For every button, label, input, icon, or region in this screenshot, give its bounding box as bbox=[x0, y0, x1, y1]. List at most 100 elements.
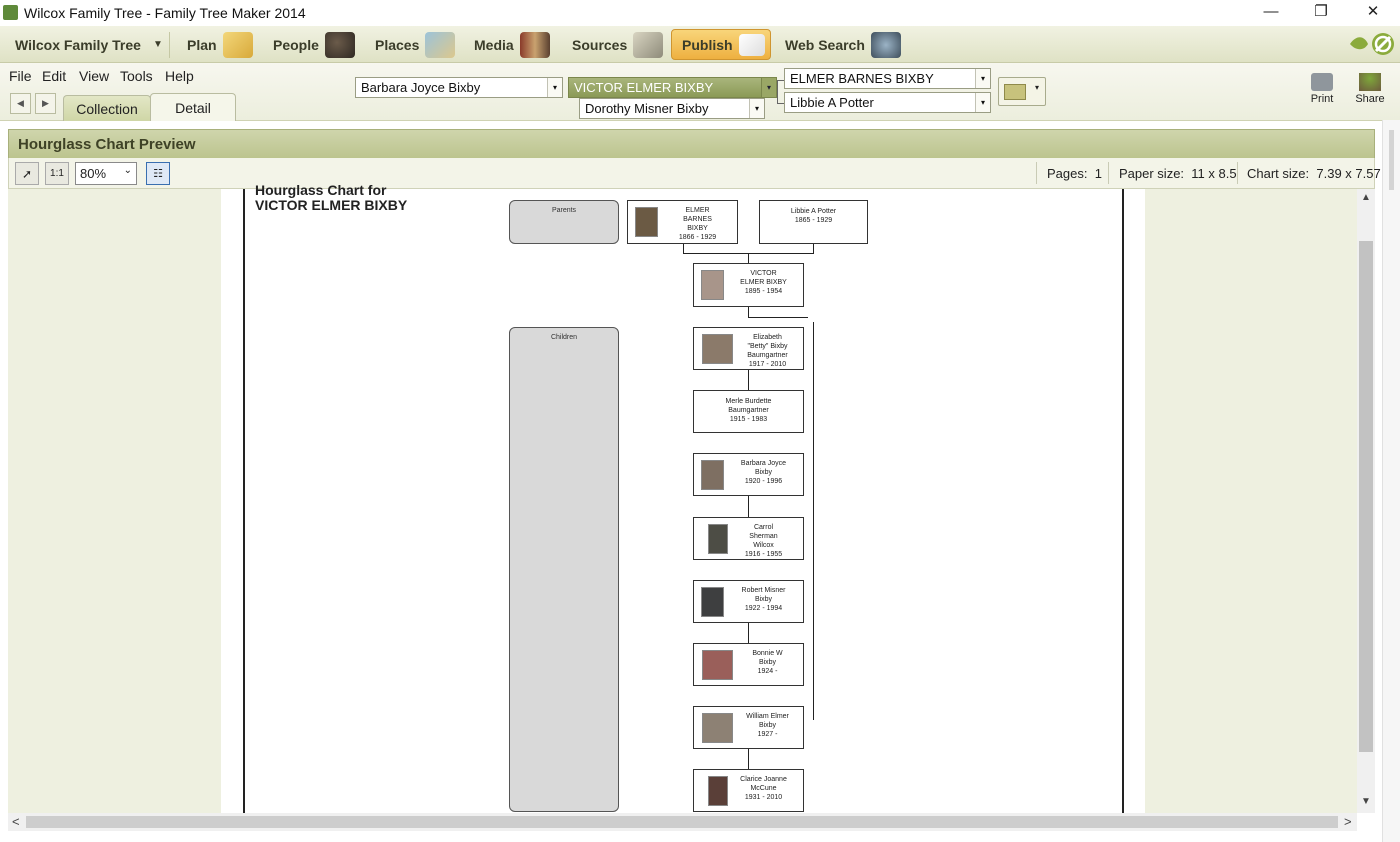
mother-selector[interactable]: Libbie A Potter ▾ bbox=[784, 92, 991, 113]
people-icon bbox=[324, 31, 355, 58]
name-line: Carrol bbox=[753, 524, 774, 531]
chart-heading: Hourglass Chart for VICTOR ELMER BIXBY bbox=[255, 183, 407, 213]
person-box-child[interactable]: Elizabeth "Betty" Bixby Baumgartner 1917… bbox=[693, 327, 804, 370]
back-button[interactable]: ◀ bbox=[10, 93, 31, 114]
person-box-child[interactable]: Bonnie W Bixby 1924 - bbox=[693, 643, 804, 686]
dates: 1917 - 2010 bbox=[748, 361, 787, 368]
tab-collection-label: Collection bbox=[76, 100, 138, 117]
nav-plan[interactable]: Plan bbox=[187, 26, 253, 63]
person-box-mother[interactable]: Libbie A Potter 1865 - 1929 bbox=[759, 200, 868, 244]
publish-icon bbox=[738, 33, 765, 56]
nav-publish-label: Publish bbox=[682, 36, 733, 53]
person-box-child[interactable]: Merle Burdette Baumgartner 1915 - 1983 bbox=[693, 390, 804, 433]
tab-detail[interactable]: Detail bbox=[150, 93, 236, 121]
person-box-child[interactable]: Robert Misner Bixby 1922 - 1994 bbox=[693, 580, 804, 623]
spouse-name: Dorothy Misner Bixby bbox=[585, 101, 709, 116]
scroll-right-icon[interactable]: > bbox=[1344, 814, 1352, 829]
person-box-child[interactable]: Clarice Joanne McCune 1931 - 2010 bbox=[693, 769, 804, 812]
scroll-up-icon[interactable]: ▲ bbox=[1361, 192, 1371, 203]
chevron-down-icon: ⌄ bbox=[123, 165, 132, 176]
menu-edit[interactable]: Edit bbox=[42, 68, 66, 84]
maximize-button[interactable]: ❐ bbox=[1298, 0, 1344, 26]
dates: 1916 - 1955 bbox=[744, 551, 783, 558]
nav-sources[interactable]: Sources bbox=[572, 26, 664, 63]
person-box-father[interactable]: ELMER BARNES BIXBY 1866 - 1929 bbox=[627, 200, 738, 244]
person-text: Bonnie W Bixby 1924 - bbox=[735, 649, 800, 676]
name-line: Barbara Joyce bbox=[740, 460, 787, 467]
actual-size-button[interactable]: 1:1 bbox=[45, 162, 69, 185]
person-box-child[interactable]: Carrol Sherman Wilcox 1916 - 1955 bbox=[693, 517, 804, 560]
name-line: Baumgartner bbox=[747, 352, 788, 359]
person-box-focus[interactable]: VICTOR ELMER BIXBY 1895 - 1954 bbox=[693, 263, 804, 307]
menu-file[interactable]: File bbox=[9, 68, 32, 84]
father-selector[interactable]: ELMER BARNES BIXBY ▾ bbox=[784, 68, 991, 89]
scroll-down-icon[interactable]: ▼ bbox=[1361, 796, 1371, 807]
family-view-menu-button[interactable]: ▾ bbox=[998, 77, 1046, 106]
chart-heading-line-2: VICTOR ELMER BIXBY bbox=[255, 197, 408, 213]
name-line: William Elmer bbox=[746, 713, 789, 720]
person-photo bbox=[702, 334, 733, 364]
dates: 1920 - 1996 bbox=[744, 478, 783, 485]
paper-size-info: Paper size: 11 x 8.5 bbox=[1119, 166, 1237, 181]
person-photo bbox=[708, 776, 728, 806]
ancestry-leaf-icon[interactable] bbox=[1346, 31, 1394, 57]
connector-line bbox=[748, 307, 749, 317]
name-line: Robert Misner bbox=[741, 587, 786, 594]
focus-person-selector[interactable]: VICTOR ELMER BIXBY ▾ bbox=[568, 77, 777, 98]
workspace-nav-bar: Wilcox Family Tree ▼ Plan People Places … bbox=[0, 26, 1400, 63]
person-box-child[interactable]: Barbara Joyce Bixby 1920 - 1996 bbox=[693, 453, 804, 496]
person-box-child[interactable]: William Elmer Bixby 1927 - bbox=[693, 706, 804, 749]
chart-size-value: 7.39 x 7.57 bbox=[1316, 166, 1381, 181]
paper-size-value: 11 x 8.5 bbox=[1191, 166, 1237, 181]
print-button[interactable]: Print bbox=[1306, 71, 1338, 111]
nav-publish[interactable]: Publish bbox=[671, 29, 771, 60]
dropdown-arrow-icon: ▾ bbox=[761, 78, 776, 97]
horizontal-scrollbar[interactable]: < > bbox=[8, 813, 1357, 831]
books-icon bbox=[519, 31, 550, 58]
tab-collection[interactable]: Collection bbox=[63, 95, 151, 121]
dates: 1924 - bbox=[757, 668, 778, 675]
forward-button[interactable]: ▶ bbox=[35, 93, 56, 114]
nav-people[interactable]: People bbox=[273, 26, 355, 63]
dates: 1895 - 1954 bbox=[744, 288, 783, 295]
vertical-scrollbar[interactable]: ▲ ▼ bbox=[1357, 189, 1375, 813]
divider bbox=[1237, 162, 1238, 184]
spouse-selector[interactable]: Dorothy Misner Bixby ▾ bbox=[579, 98, 765, 119]
person-photo bbox=[635, 207, 658, 237]
nav-web-search[interactable]: Web Search bbox=[785, 26, 901, 63]
scroll-left-icon[interactable]: < bbox=[12, 814, 20, 829]
close-button[interactable]: ✕ bbox=[1350, 0, 1396, 26]
child-selector[interactable]: Barbara Joyce Bixby ▾ bbox=[355, 77, 563, 98]
panel-title: Hourglass Chart Preview bbox=[18, 136, 196, 153]
dates: 1927 - bbox=[757, 731, 778, 738]
connector-line bbox=[748, 369, 749, 391]
name-line: VICTOR bbox=[750, 270, 777, 277]
children-panel: Children bbox=[509, 327, 619, 812]
pages-info: Pages: 1 bbox=[1047, 166, 1102, 181]
chart-heading-line-1: Hourglass Chart for bbox=[255, 183, 387, 198]
parents-label: Parents bbox=[551, 207, 577, 214]
minimize-button[interactable]: — bbox=[1248, 0, 1294, 26]
nav-media[interactable]: Media bbox=[474, 26, 550, 63]
scroll-thumb[interactable] bbox=[1359, 241, 1373, 752]
dates: 1915 - 1983 bbox=[729, 416, 768, 423]
tree-name-dropdown[interactable]: Wilcox Family Tree ▼ bbox=[15, 26, 163, 63]
scroll-thumb[interactable] bbox=[26, 816, 1338, 828]
nav-plan-label: Plan bbox=[187, 36, 217, 53]
name-line: Bixby bbox=[758, 659, 777, 666]
share-button[interactable]: Share bbox=[1353, 71, 1387, 111]
menu-tools[interactable]: Tools bbox=[120, 68, 153, 84]
share-icon bbox=[1359, 73, 1381, 91]
fit-page-button[interactable]: ➚ bbox=[15, 162, 39, 185]
person-photo bbox=[702, 713, 733, 743]
nav-places[interactable]: Places bbox=[375, 26, 456, 63]
person-text: VICTOR ELMER BIXBY 1895 - 1954 bbox=[727, 269, 800, 296]
paper-size-label: Paper size: bbox=[1119, 166, 1185, 181]
zoom-select[interactable]: 80% ⌄ bbox=[75, 162, 137, 185]
chart-options-button[interactable]: ☷ bbox=[146, 162, 170, 185]
menu-help[interactable]: Help bbox=[165, 68, 194, 84]
name-line: Bixby bbox=[758, 722, 777, 729]
menu-view[interactable]: View bbox=[79, 68, 109, 84]
dates: 1865 - 1929 bbox=[794, 217, 833, 224]
person-text: Robert Misner Bixby 1922 - 1994 bbox=[727, 586, 800, 613]
